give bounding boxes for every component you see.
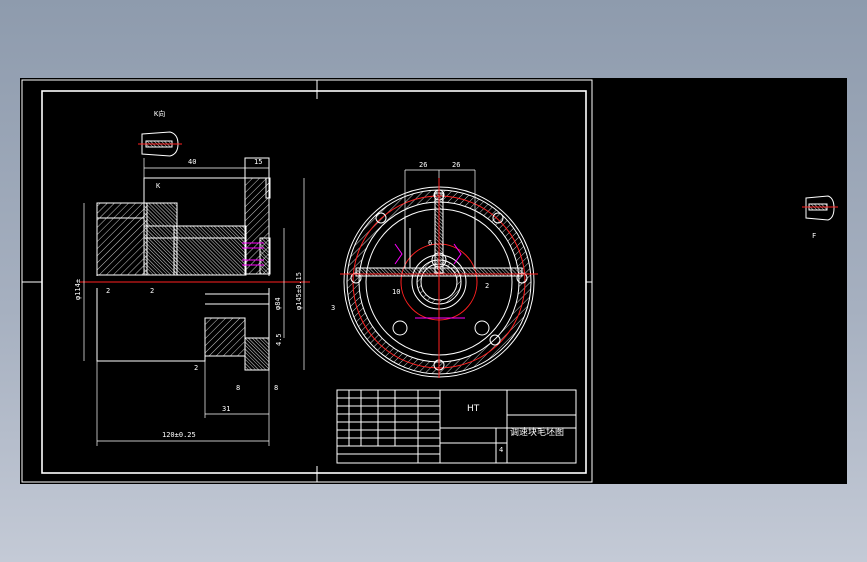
dim-8b: 8 bbox=[274, 384, 278, 392]
dim-145: φ145±0.15 bbox=[295, 272, 303, 310]
dim-120: 120±0.25 bbox=[162, 431, 196, 439]
dim-8a: 8 bbox=[236, 384, 240, 392]
dim-40: 40 bbox=[188, 158, 196, 166]
dim-26a: 26 bbox=[419, 161, 427, 169]
round-view: 26 26 6 10 2 3 bbox=[331, 161, 538, 378]
detail-f-label: F bbox=[812, 232, 816, 240]
detail-k-label: K向 bbox=[154, 109, 165, 118]
dim-2: 2 bbox=[485, 282, 489, 290]
title-block: HT 调速块毛坯图 4 bbox=[336, 389, 577, 464]
section-view: 40 15 K 2 2 φ114± φ84 φ145±0.15 4.5 2 8 … bbox=[74, 157, 310, 446]
detail-f-view: F bbox=[802, 195, 838, 240]
dim-6: 6 bbox=[428, 239, 432, 247]
title-material: HT bbox=[467, 404, 480, 414]
drawing-canvas: K向 F 40 15 K 2 2 φ114± φ84 φ145±0.15 4.5… bbox=[21, 79, 838, 483]
dim-k: K bbox=[156, 182, 161, 190]
dim-2c: 2 bbox=[194, 364, 198, 372]
detail-k-view: K向 bbox=[138, 109, 182, 157]
dim-2b: 2 bbox=[150, 287, 154, 295]
dim-84: φ84 bbox=[274, 297, 282, 310]
dim-15: 15 bbox=[254, 158, 262, 166]
dim-31: 31 bbox=[222, 405, 230, 413]
dim-4-5: 4.5 bbox=[275, 333, 283, 346]
dim-10: 10 bbox=[392, 288, 400, 296]
dim-26b: 26 bbox=[452, 161, 460, 169]
title-sheet: 4 bbox=[499, 446, 503, 454]
title-part-name: 调速块毛坯图 bbox=[510, 426, 564, 438]
dim-3: 3 bbox=[331, 304, 335, 312]
dim-2a: 2 bbox=[106, 287, 110, 295]
cad-viewport[interactable]: K向 F 40 15 K 2 2 φ114± φ84 φ145±0.15 4.5… bbox=[20, 78, 847, 484]
dim-114: φ114± bbox=[74, 279, 82, 300]
